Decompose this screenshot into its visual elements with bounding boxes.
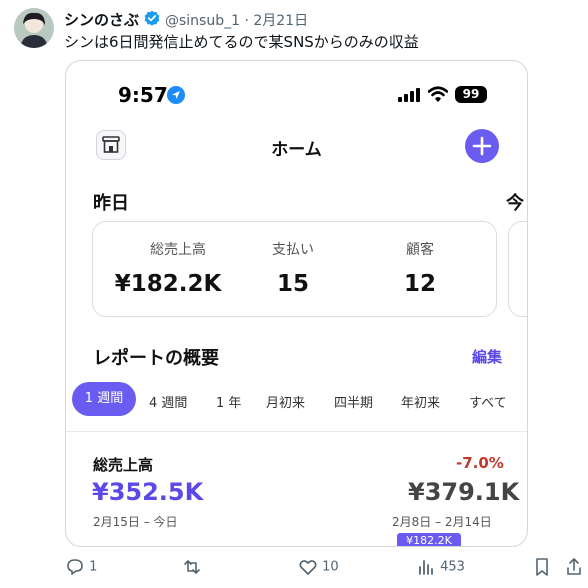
wifi-icon	[427, 86, 449, 102]
tab-4-weeks[interactable]: 4 週間	[149, 392, 187, 411]
handle[interactable]: @sinsub_1	[165, 13, 240, 29]
plus-icon	[472, 136, 492, 156]
tweet-text: シンは6日間発信止めてるので某SNSからのみの収益	[64, 33, 419, 51]
tab-all[interactable]: すべて	[469, 392, 507, 411]
chart-tooltip: ¥182.2K	[397, 533, 461, 546]
section-today: 今	[506, 193, 524, 214]
edit-link[interactable]: 編集	[472, 346, 502, 367]
metric-label: 総売上高	[150, 242, 206, 258]
metric-label: 支払い	[272, 242, 314, 258]
battery-indicator: 99	[455, 86, 487, 103]
metric-value: 12	[403, 271, 436, 297]
reply-icon	[67, 559, 83, 575]
gross-sales-previous: ¥379.1K	[408, 478, 520, 506]
report-overview-title: レポートの概要	[93, 348, 219, 369]
repost-icon	[184, 560, 200, 574]
page-title: ホーム	[271, 140, 322, 160]
view-count: 453	[440, 559, 465, 575]
tab-year-to-date[interactable]: 年初来	[401, 392, 440, 411]
section-yesterday: 昨日	[93, 193, 129, 214]
reply-button[interactable]: 1	[65, 557, 97, 577]
today-summary-card[interactable]	[508, 221, 527, 317]
bookmark-button[interactable]	[533, 557, 551, 577]
metric-value: ¥182.2K	[114, 271, 222, 297]
meta-separator: ·	[244, 13, 249, 29]
gross-sales-current: ¥352.5K	[92, 478, 204, 506]
attached-image[interactable]: 9:57 99 ホーム 昨日 今 総売上高 ¥182.2K 支払い 15 顧客 …	[65, 60, 528, 547]
display-name[interactable]: シンのさぶ	[64, 9, 139, 30]
like-button[interactable]: 10	[298, 557, 339, 577]
repost-button[interactable]	[182, 557, 202, 577]
signal-icon	[398, 87, 420, 102]
metric-label: 顧客	[406, 242, 434, 258]
status-time: 9:57	[118, 83, 168, 107]
gross-sales-label: 総売上高	[93, 456, 154, 474]
like-count: 10	[322, 559, 339, 575]
verified-badge-icon	[144, 10, 160, 26]
current-date-range: 2月15日 – 今日	[93, 515, 178, 529]
tab-1-year[interactable]: 1 年	[216, 392, 241, 411]
tab-month-to-date[interactable]: 月初来	[266, 392, 305, 411]
share-icon	[567, 558, 581, 575]
yesterday-summary-card[interactable]	[92, 221, 497, 317]
divider	[66, 431, 527, 432]
tab-1-week[interactable]: 1 週間	[72, 382, 136, 416]
tab-quarter[interactable]: 四半期	[334, 392, 373, 411]
views-chart-icon	[419, 560, 433, 575]
reply-count: 1	[89, 559, 98, 575]
sales-change-percent: -7.0%	[456, 454, 504, 472]
bookmark-icon	[536, 558, 548, 576]
share-button[interactable]	[565, 557, 583, 577]
tweet-date[interactable]: 2月21日	[253, 13, 308, 29]
previous-date-range: 2月8日 – 2月14日	[392, 515, 492, 529]
location-arrow-icon	[167, 86, 185, 104]
metric-value: 15	[276, 271, 309, 297]
heart-icon	[299, 560, 317, 575]
tweet-meta: @sinsub_1 · 2月21日	[165, 10, 308, 30]
views-button[interactable]: 453	[416, 557, 465, 577]
avatar[interactable]	[14, 8, 54, 48]
add-button[interactable]	[465, 129, 499, 163]
